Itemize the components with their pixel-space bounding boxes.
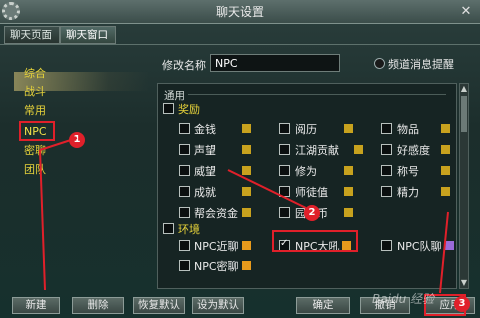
annotation-arrows [39,137,449,294]
ok-button[interactable]: 确定 [296,297,350,314]
restore-default-button[interactable]: 恢复默认 [133,297,185,314]
new-button[interactable]: 新建 [12,297,60,314]
watermark: Baidu 经验 [372,292,434,306]
set-default-button[interactable]: 设为默认 [192,297,244,314]
annotation-arrow-line [39,149,46,291]
annotation-arrow-line [227,169,307,209]
annotation-marker-3: 3 [454,296,470,312]
annotation-arrow-line [39,137,78,151]
annotation-arrow-line [439,211,449,294]
delete-button[interactable]: 删除 [72,297,124,314]
chat-settings-window: 聊天设置 ✕ 聊天页面 聊天窗口 综合 战斗 常用 NPC 密聊 团队 1 修改… [0,0,480,318]
